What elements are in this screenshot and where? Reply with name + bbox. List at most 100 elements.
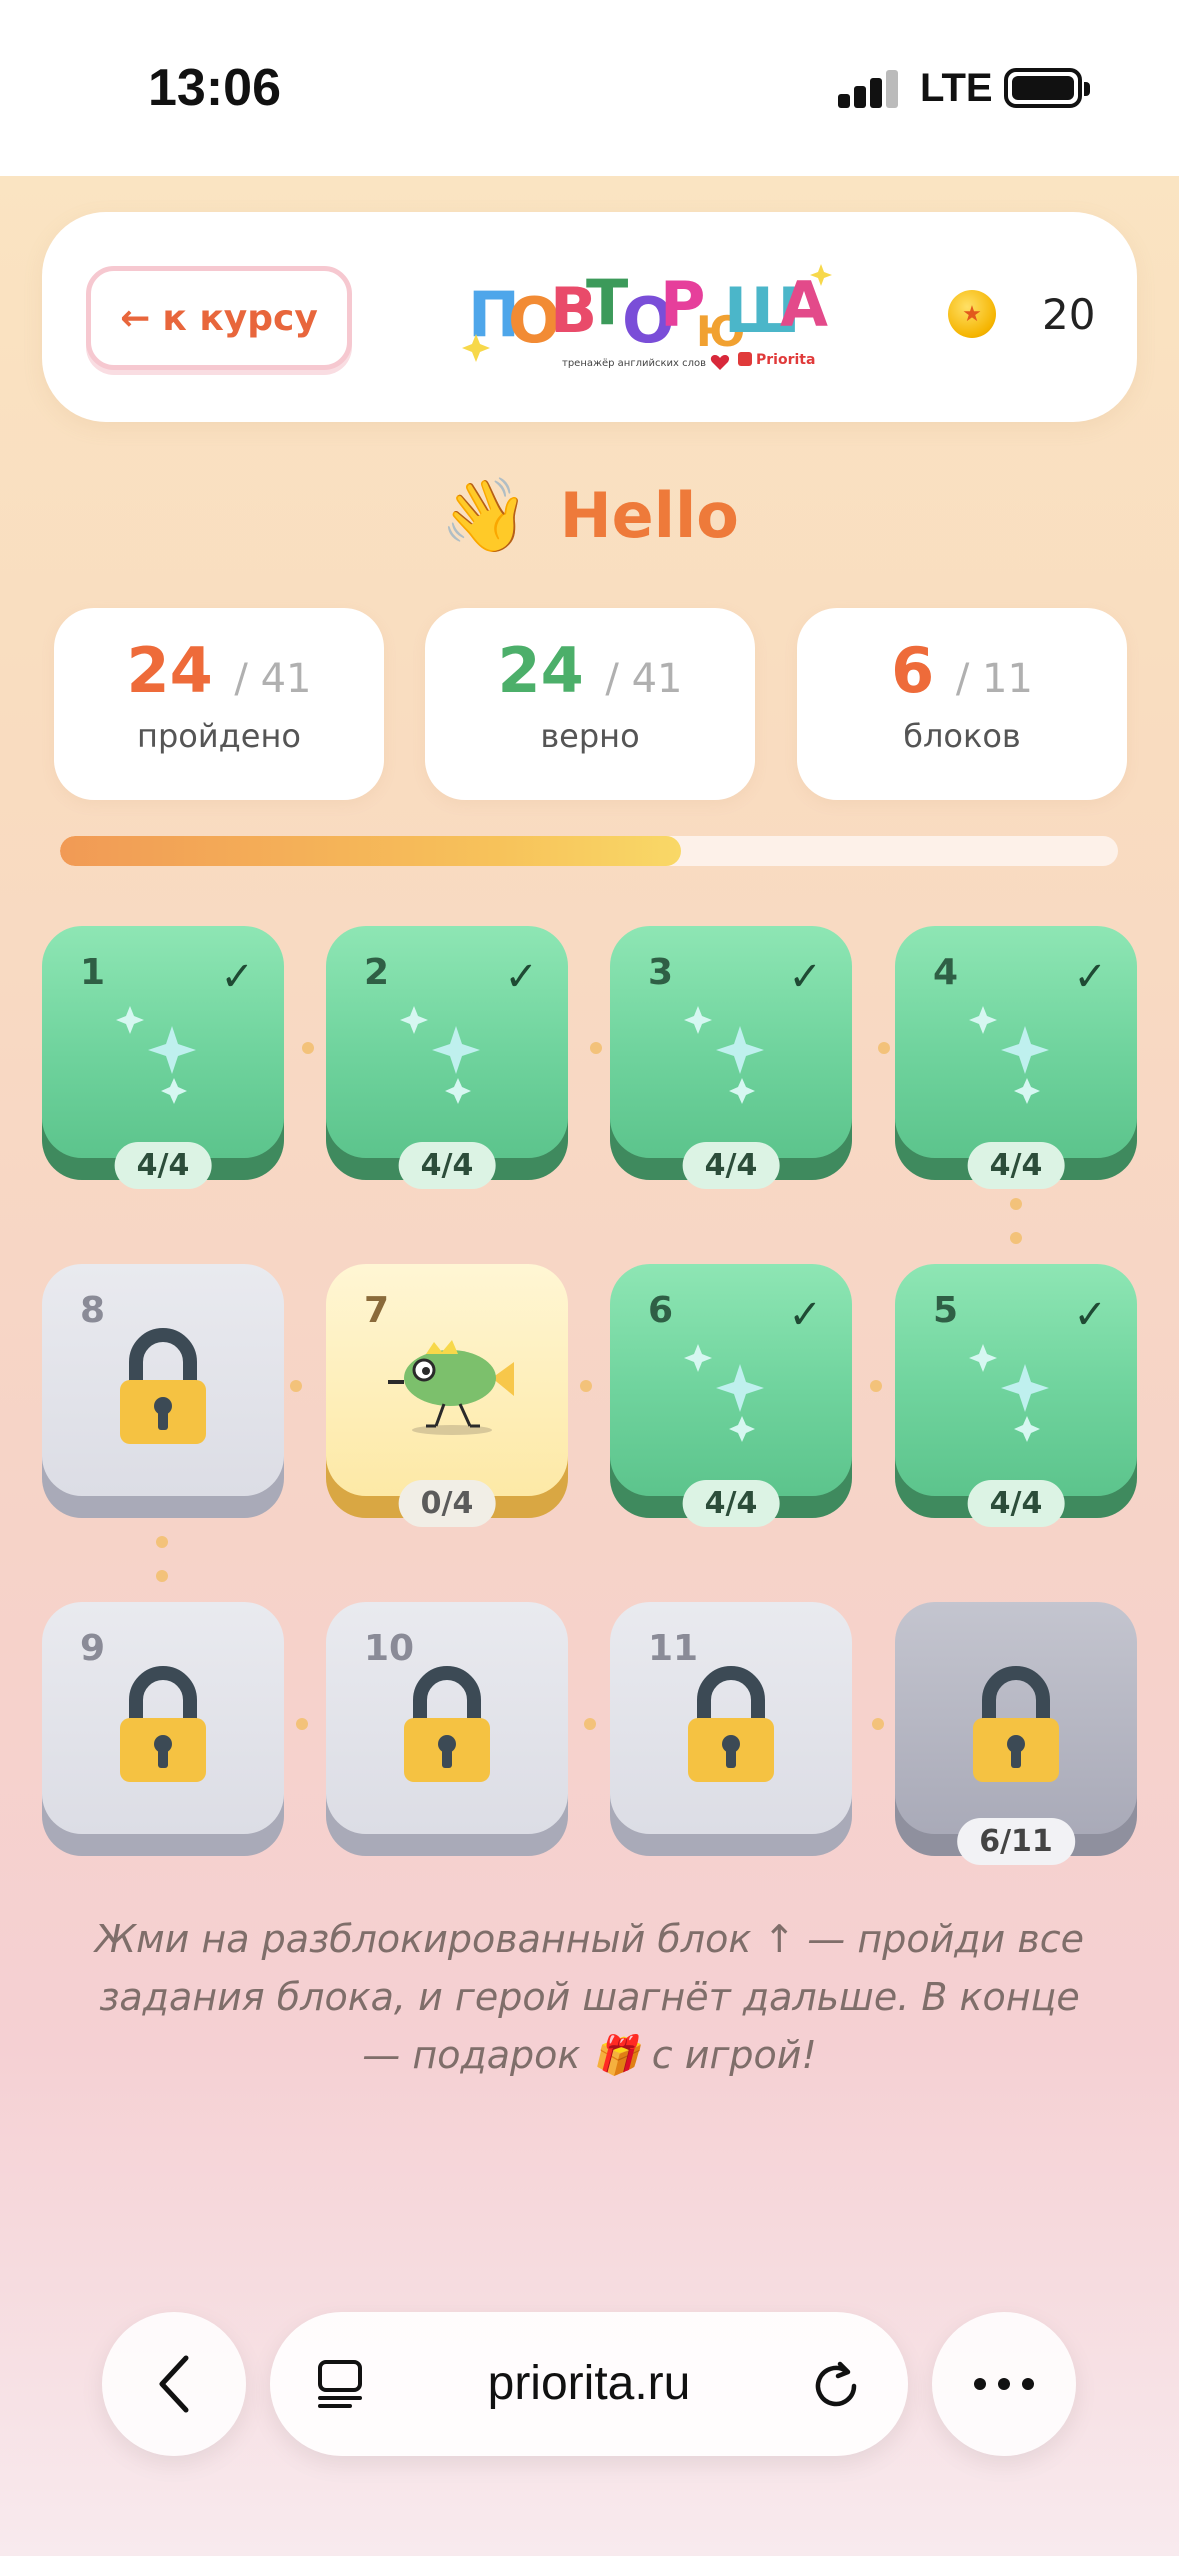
- back-to-course-button[interactable]: ← к курсу: [86, 266, 352, 370]
- stat-card-completed: 24 / 41 пройдено: [54, 608, 384, 800]
- network-type: LTE: [920, 66, 993, 110]
- coin-count: 20: [1042, 290, 1096, 339]
- block-number: 11: [648, 1628, 699, 1669]
- progress-bar: [60, 836, 1118, 866]
- block-number: 6: [648, 1290, 674, 1331]
- status-bar: 13:06 LTE: [0, 0, 1179, 176]
- battery-icon: [1004, 68, 1090, 108]
- sparkles-icon: [400, 1006, 480, 1104]
- stat-label: верно: [540, 717, 640, 755]
- check-icon: ✓: [504, 954, 538, 1000]
- block-number: 4: [933, 952, 959, 993]
- check-icon: ✓: [1073, 954, 1107, 1000]
- path-dot: [870, 1380, 882, 1392]
- block-tile-4[interactable]: 4 ✓ 4/4: [895, 926, 1137, 1189]
- hint-text: Жми на разблокированный блок ↑ — пройди …: [95, 1917, 1084, 2077]
- path-dot: [1010, 1232, 1022, 1244]
- lock-icon: [404, 1666, 490, 1782]
- block-progress-badge: 4/4: [398, 1142, 496, 1189]
- block-tile-1[interactable]: 1 ✓ 4/4: [42, 926, 284, 1189]
- path-dot: [290, 1380, 302, 1392]
- block-tile-11[interactable]: 11: [610, 1602, 852, 1856]
- block-progress-badge: 4/4: [114, 1142, 212, 1189]
- fish-hero-icon: [388, 1340, 514, 1435]
- sparkles-icon: [684, 1006, 764, 1104]
- stat-label: блоков: [903, 717, 1021, 755]
- check-icon: ✓: [220, 954, 254, 1000]
- path-dot: [156, 1570, 168, 1582]
- sparkles-icon: [684, 1344, 764, 1442]
- path-dot: [1010, 1198, 1022, 1210]
- block-tile-3[interactable]: 3 ✓ 4/4: [610, 926, 852, 1189]
- stat-card-blocks: 6 / 11 блоков: [797, 608, 1127, 800]
- lock-icon: [688, 1666, 774, 1782]
- block-progress-badge: 4/4: [967, 1142, 1065, 1189]
- block-number: 9: [80, 1628, 106, 1669]
- block-progress-badge: 0/4: [398, 1480, 496, 1527]
- block-tile-7[interactable]: 7 0/4: [326, 1264, 568, 1527]
- block-number: 1: [80, 952, 106, 993]
- lock-icon: [973, 1666, 1059, 1782]
- blocks-progress-badge: 6/11: [957, 1818, 1075, 1865]
- sparkles-icon: [116, 1006, 196, 1104]
- logo-subtitle: тренажёр английских слов: [562, 358, 706, 369]
- back-button-label: к курсу: [162, 297, 318, 339]
- block-number: 2: [364, 952, 390, 993]
- path-dot: [590, 1042, 602, 1054]
- path-dot: [872, 1718, 884, 1730]
- path-dot: [296, 1718, 308, 1730]
- path-dot: [156, 1536, 168, 1548]
- povtoryusha-logo: П О В Т О Р Ю Ш А тренажёр английских сл…: [462, 264, 832, 370]
- arrow-left-icon: ←: [120, 297, 151, 339]
- block-tile-10[interactable]: 10: [326, 1602, 568, 1856]
- lesson-title-row: 👋 Hello: [0, 470, 1179, 560]
- block-number: 8: [80, 1290, 106, 1331]
- coin-icon: ★: [948, 290, 996, 338]
- stat-card-correct: 24 / 41 верно: [425, 608, 755, 800]
- block-number: 3: [648, 952, 674, 993]
- status-time: 13:06: [148, 59, 281, 117]
- block-tile-9[interactable]: 9: [42, 1602, 284, 1856]
- logo-brand: Priorita: [756, 352, 815, 368]
- block-tile-8[interactable]: 8: [42, 1264, 284, 1518]
- block-progress-badge: 4/4: [967, 1480, 1065, 1527]
- lock-icon: [120, 1328, 206, 1444]
- sparkles-icon: [969, 1006, 1049, 1104]
- block-progress-badge: 4/4: [682, 1480, 780, 1527]
- stat-value: 24: [497, 634, 584, 707]
- path-dot: [580, 1380, 592, 1392]
- block-number: 10: [364, 1628, 415, 1669]
- stat-value: 6: [891, 634, 935, 707]
- stat-value: 24: [126, 634, 213, 707]
- browser-back-button[interactable]: [102, 2312, 246, 2456]
- check-icon: ✓: [1073, 1292, 1107, 1338]
- chevron-left-icon: [159, 2355, 189, 2413]
- more-dot: [974, 2378, 986, 2390]
- lesson-title: Hello: [559, 478, 739, 552]
- more-dot: [998, 2378, 1010, 2390]
- header-card: ← к курсу П О В Т О Р Ю Ш А тренажёр анг…: [42, 212, 1137, 422]
- check-icon: ✓: [788, 954, 822, 1000]
- path-dot: [302, 1042, 314, 1054]
- block-tile-final-gift[interactable]: 6/11: [895, 1602, 1137, 1865]
- check-icon: ✓: [788, 1292, 822, 1338]
- stat-total: / 41: [605, 656, 683, 702]
- block-tile-5[interactable]: 5 ✓ 4/4: [895, 1264, 1137, 1527]
- lock-icon: [120, 1666, 206, 1782]
- reload-icon[interactable]: [810, 2358, 864, 2412]
- sparkles-icon: [969, 1344, 1049, 1442]
- more-dot: [1022, 2378, 1034, 2390]
- signal-icon: [838, 70, 898, 108]
- stat-total: / 41: [234, 656, 312, 702]
- stat-label: пройдено: [137, 717, 301, 755]
- more-options-button[interactable]: [932, 2312, 1076, 2456]
- path-dot: [878, 1042, 890, 1054]
- block-number: 5: [933, 1290, 959, 1331]
- path-dot: [584, 1718, 596, 1730]
- block-progress-badge: 4/4: [682, 1142, 780, 1189]
- waving-hand-icon: 👋: [440, 473, 530, 557]
- block-tile-2[interactable]: 2 ✓ 4/4: [326, 926, 568, 1189]
- address-bar[interactable]: priorita.ru: [270, 2312, 908, 2456]
- block-tile-6[interactable]: 6 ✓ 4/4: [610, 1264, 852, 1527]
- progress-fill: [60, 836, 682, 866]
